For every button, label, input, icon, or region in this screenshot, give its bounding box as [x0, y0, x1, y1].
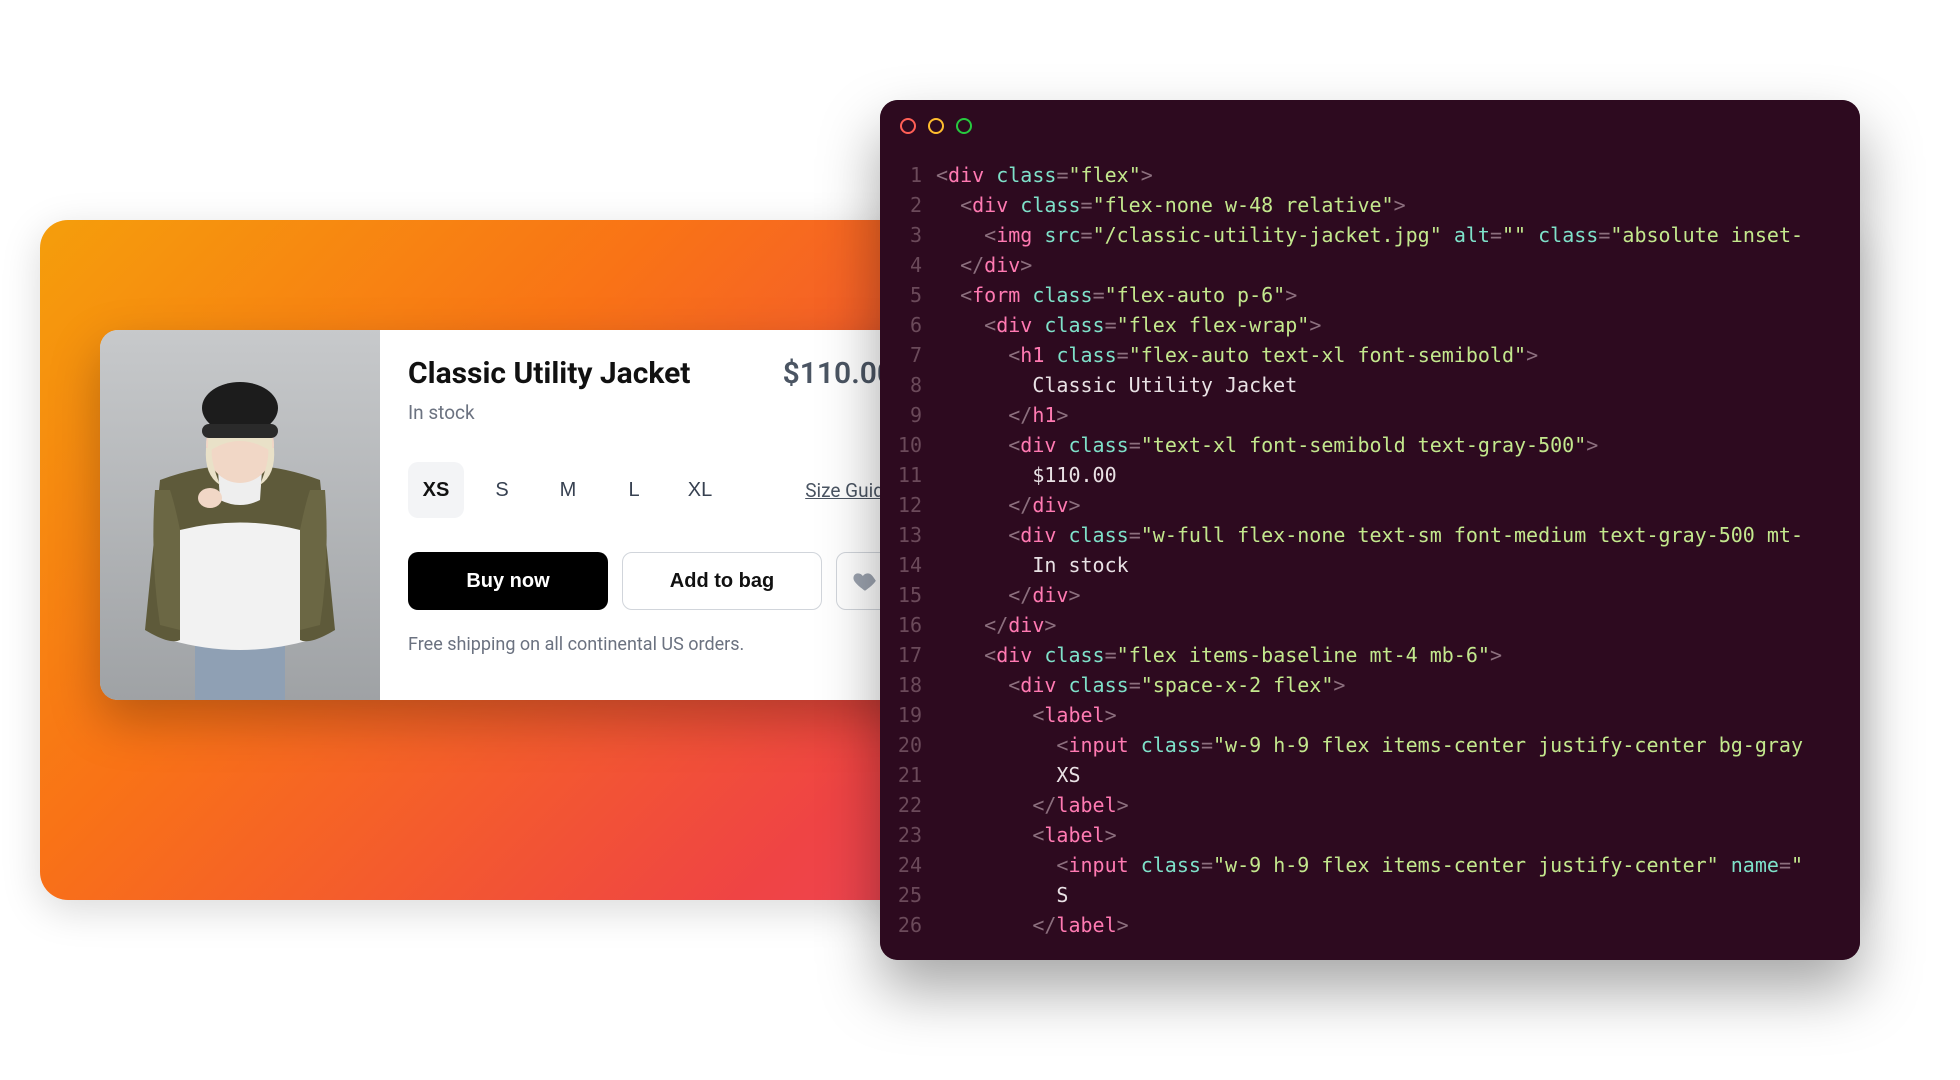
product-price: $110.00 — [783, 356, 894, 391]
size-option-l[interactable]: L — [606, 462, 662, 518]
add-to-bag-button[interactable]: Add to bag — [622, 552, 822, 610]
code-editor-window: 1 2 3 4 5 6 7 8 9 10 11 12 13 14 15 16 1… — [880, 100, 1860, 960]
product-card: Classic Utility Jacket $110.00 In stock … — [100, 330, 920, 700]
size-option-xs[interactable]: XS — [408, 462, 464, 518]
product-title: Classic Utility Jacket — [408, 356, 690, 391]
size-selector: XSSMLXLSize Guide — [408, 462, 894, 518]
product-form: Classic Utility Jacket $110.00 In stock … — [380, 330, 920, 700]
heart-icon — [852, 568, 878, 594]
window-titlebar — [880, 100, 1860, 152]
code-content: <div class="flex"> <div class="flex-none… — [936, 160, 1860, 960]
line-number-gutter: 1 2 3 4 5 6 7 8 9 10 11 12 13 14 15 16 1… — [880, 160, 936, 960]
stock-status: In stock — [408, 401, 894, 424]
buy-now-button[interactable]: Buy now — [408, 552, 608, 610]
window-close-icon[interactable] — [900, 118, 916, 134]
size-option-s[interactable]: S — [474, 462, 530, 518]
product-image — [100, 330, 380, 700]
window-minimize-icon[interactable] — [928, 118, 944, 134]
size-option-m[interactable]: M — [540, 462, 596, 518]
shipping-note: Free shipping on all continental US orde… — [408, 634, 894, 655]
window-zoom-icon[interactable] — [956, 118, 972, 134]
size-option-xl[interactable]: XL — [672, 462, 728, 518]
